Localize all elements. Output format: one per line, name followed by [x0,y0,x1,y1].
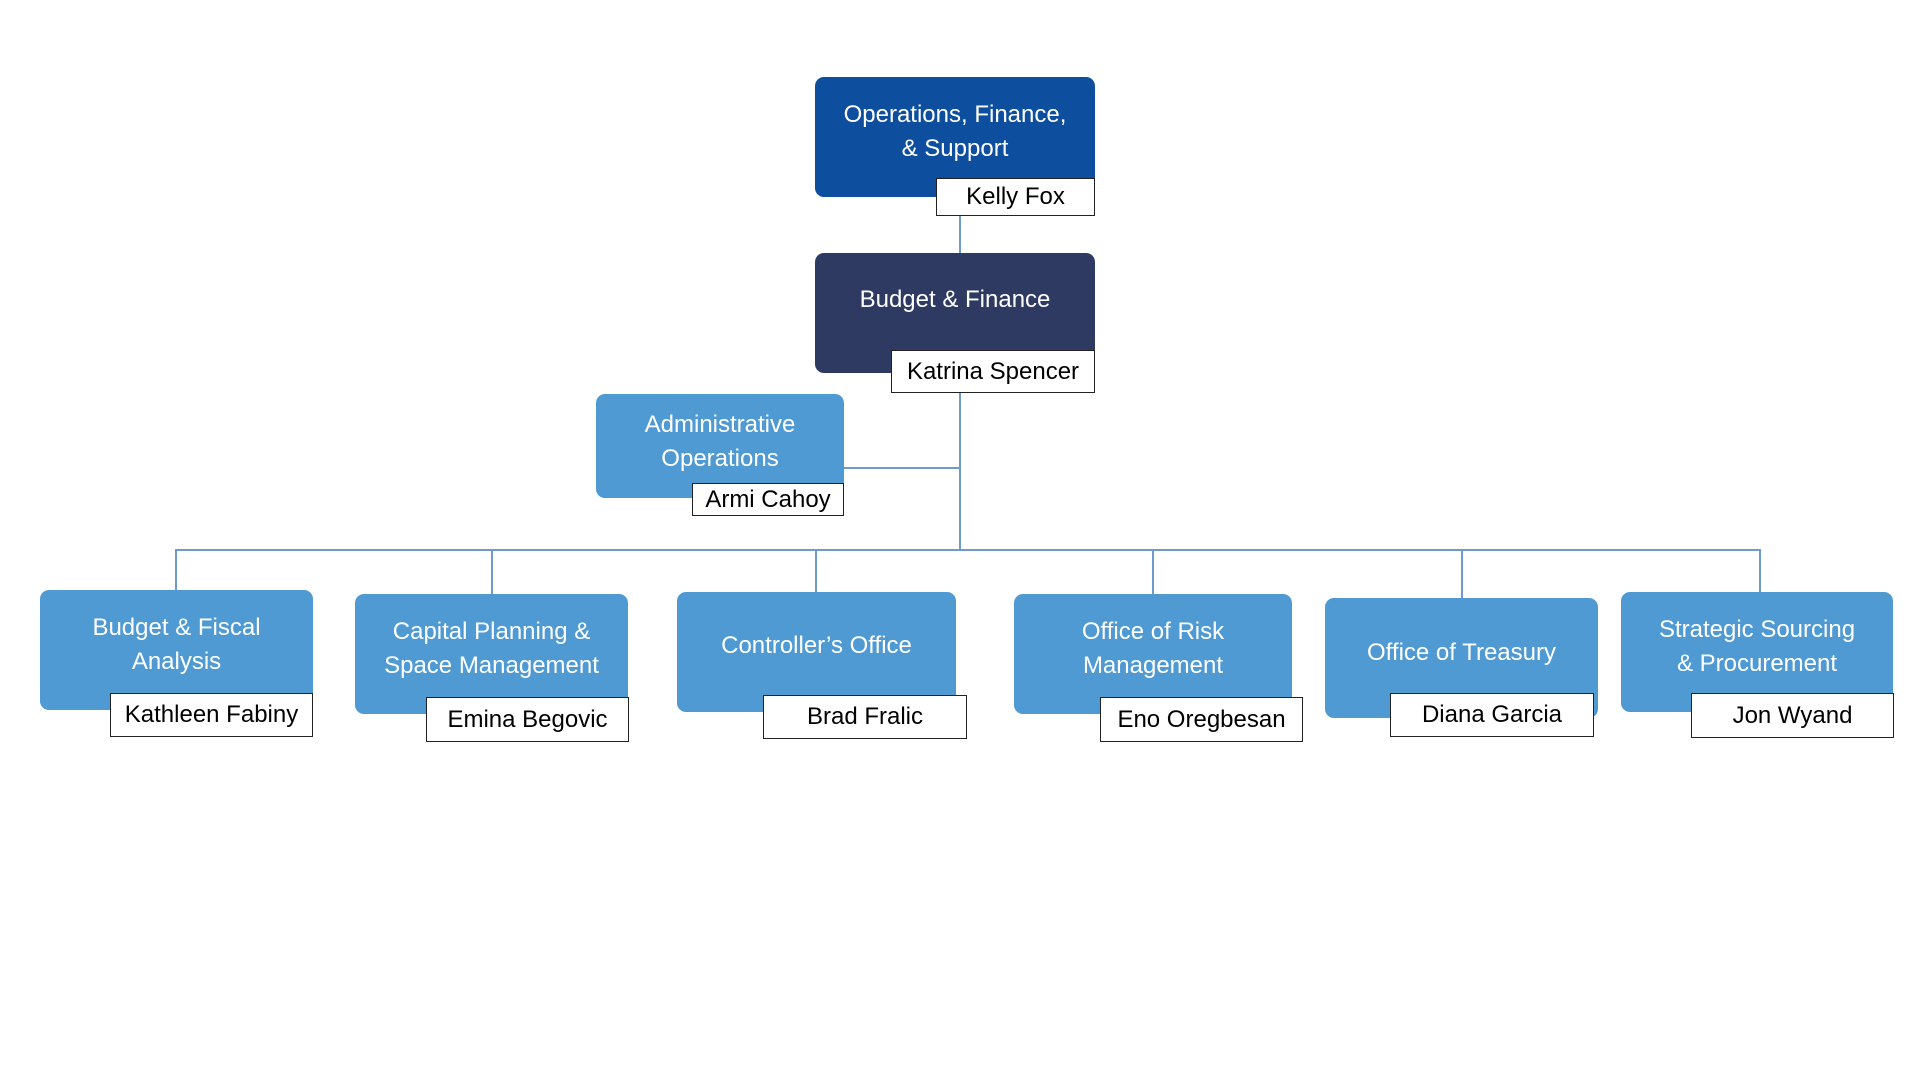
connector-children-bus [175,549,1761,551]
unit-title: Strategic Sourcing & Procurement [1658,616,1856,677]
unit-title: Office of Treasury [1367,639,1556,666]
connector-root-to-department [959,216,961,253]
unit-title: Operations, Finance, & Support [843,101,1067,162]
org-unit-child-3[interactable]: Controller’s Office [677,592,956,712]
unit-title: Budget & Fiscal Analysis [92,614,261,675]
connector-child-3 [815,550,817,592]
unit-head-name: Kelly Fox [936,178,1095,216]
connector-child-5 [1461,550,1463,598]
org-unit-child-1[interactable]: Budget & Fiscal Analysis [40,590,313,710]
connector-child-6 [1759,550,1761,592]
connector-child-2 [491,550,493,594]
unit-head-name: Brad Fralic [763,695,967,739]
org-unit-child-4[interactable]: Office of Risk Management [1014,594,1292,714]
org-unit-child-2[interactable]: Capital Planning & Space Management [355,594,628,714]
unit-head-name: Kathleen Fabiny [110,693,313,737]
connector-assistant [844,467,960,469]
connector-department-trunk [959,393,961,551]
unit-title: Budget & Finance [859,286,1051,313]
unit-title: Controller’s Office [721,632,912,659]
connector-child-1 [175,550,177,590]
unit-head-name: Armi Cahoy [692,483,844,516]
unit-head-name: Jon Wyand [1691,693,1894,738]
unit-title: Administrative Operations [644,411,796,472]
unit-head-name: Diana Garcia [1390,693,1594,737]
unit-head-name: Emina Begovic [426,697,629,742]
connector-child-4 [1152,550,1154,594]
unit-title: Office of Risk Management [1081,618,1225,679]
unit-title: Capital Planning & Space Management [384,618,599,679]
unit-head-name: Katrina Spencer [891,350,1095,393]
unit-head-name: Eno Oregbesan [1100,697,1303,742]
